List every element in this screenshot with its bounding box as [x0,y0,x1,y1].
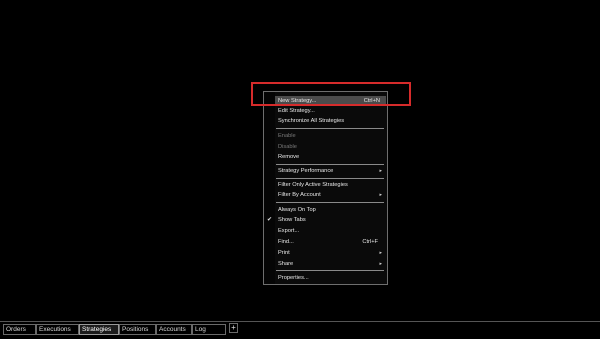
submenu-arrow-icon: ▸ [379,261,382,267]
menu-item-filter-only-active-strategies[interactable]: Filter Only Active Strategies [276,180,384,190]
tab-orders[interactable]: Orders [3,324,36,335]
menu-item-enable: Enable [278,133,296,139]
tab-accounts[interactable]: Accounts [156,324,192,335]
menu-item-always-on-top[interactable]: Always On Top [276,205,384,215]
tab-log[interactable]: Log [192,324,226,335]
menu-separator [276,178,384,179]
menu-separator [276,164,384,165]
menu-item-share[interactable]: Share ▸ [276,259,384,269]
menu-separator [276,202,384,203]
menu-item-print[interactable]: Print ▸ [276,248,384,258]
menu-gutter [264,92,275,284]
menu-item-find[interactable]: Find... Ctrl+F [276,237,384,247]
tab-bar: Orders Executions Strategies Positions A… [0,321,600,339]
tab-executions[interactable]: Executions [36,324,79,335]
menu-item-edit-strategy[interactable]: Edit Strategy... [276,106,384,116]
submenu-arrow-icon: ▸ [379,250,382,256]
menu-item-remove[interactable]: Remove [276,152,384,162]
menu-item-properties[interactable]: Properties... [276,273,384,283]
menu-separator [276,128,384,129]
menu-item-disable: Disable [278,144,297,150]
checkmark-icon: ✔ [267,217,273,223]
tab-strategies[interactable]: Strategies [79,324,119,335]
menu-item-filter-by-account[interactable]: Filter By Account ▸ [276,190,384,200]
add-tab-button[interactable]: + [229,323,238,333]
menu-item-strategy-performance[interactable]: Strategy Performance ▸ [276,166,384,176]
menu-item-synchronize-all-strategies[interactable]: Synchronize All Strategies [276,116,384,126]
menu-separator [276,270,384,271]
submenu-arrow-icon: ▸ [379,192,382,198]
menu-item-show-tabs[interactable]: Show Tabs [276,215,384,225]
submenu-arrow-icon: ▸ [379,168,382,174]
menu-item-export[interactable]: Export... [276,226,384,236]
menu-item-new-strategy[interactable]: New Strategy... Ctrl+N [275,96,386,106]
tab-positions[interactable]: Positions [119,324,156,335]
context-menu: New Strategy... Ctrl+N Edit Strategy... … [263,91,388,285]
